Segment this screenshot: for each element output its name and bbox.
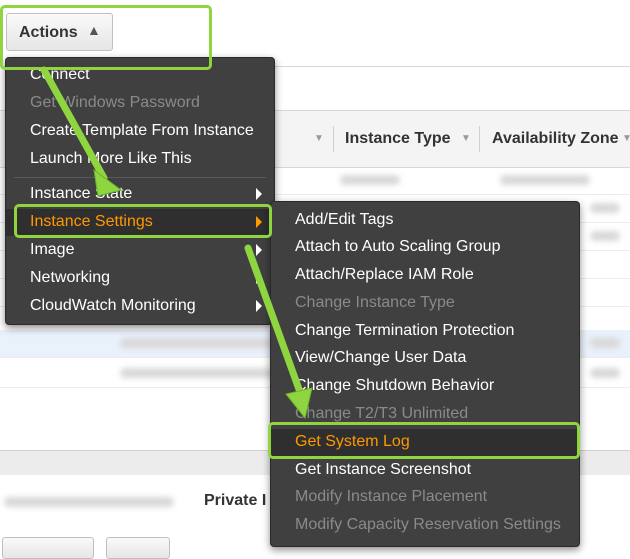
annotation-arrows: [40, 66, 313, 420]
arrow-to-instance-settings: [40, 66, 108, 182]
arrow-to-get-system-log: [244, 244, 304, 396]
arrow-head-icon: [285, 387, 313, 420]
arrow-head-icon: [93, 168, 123, 197]
